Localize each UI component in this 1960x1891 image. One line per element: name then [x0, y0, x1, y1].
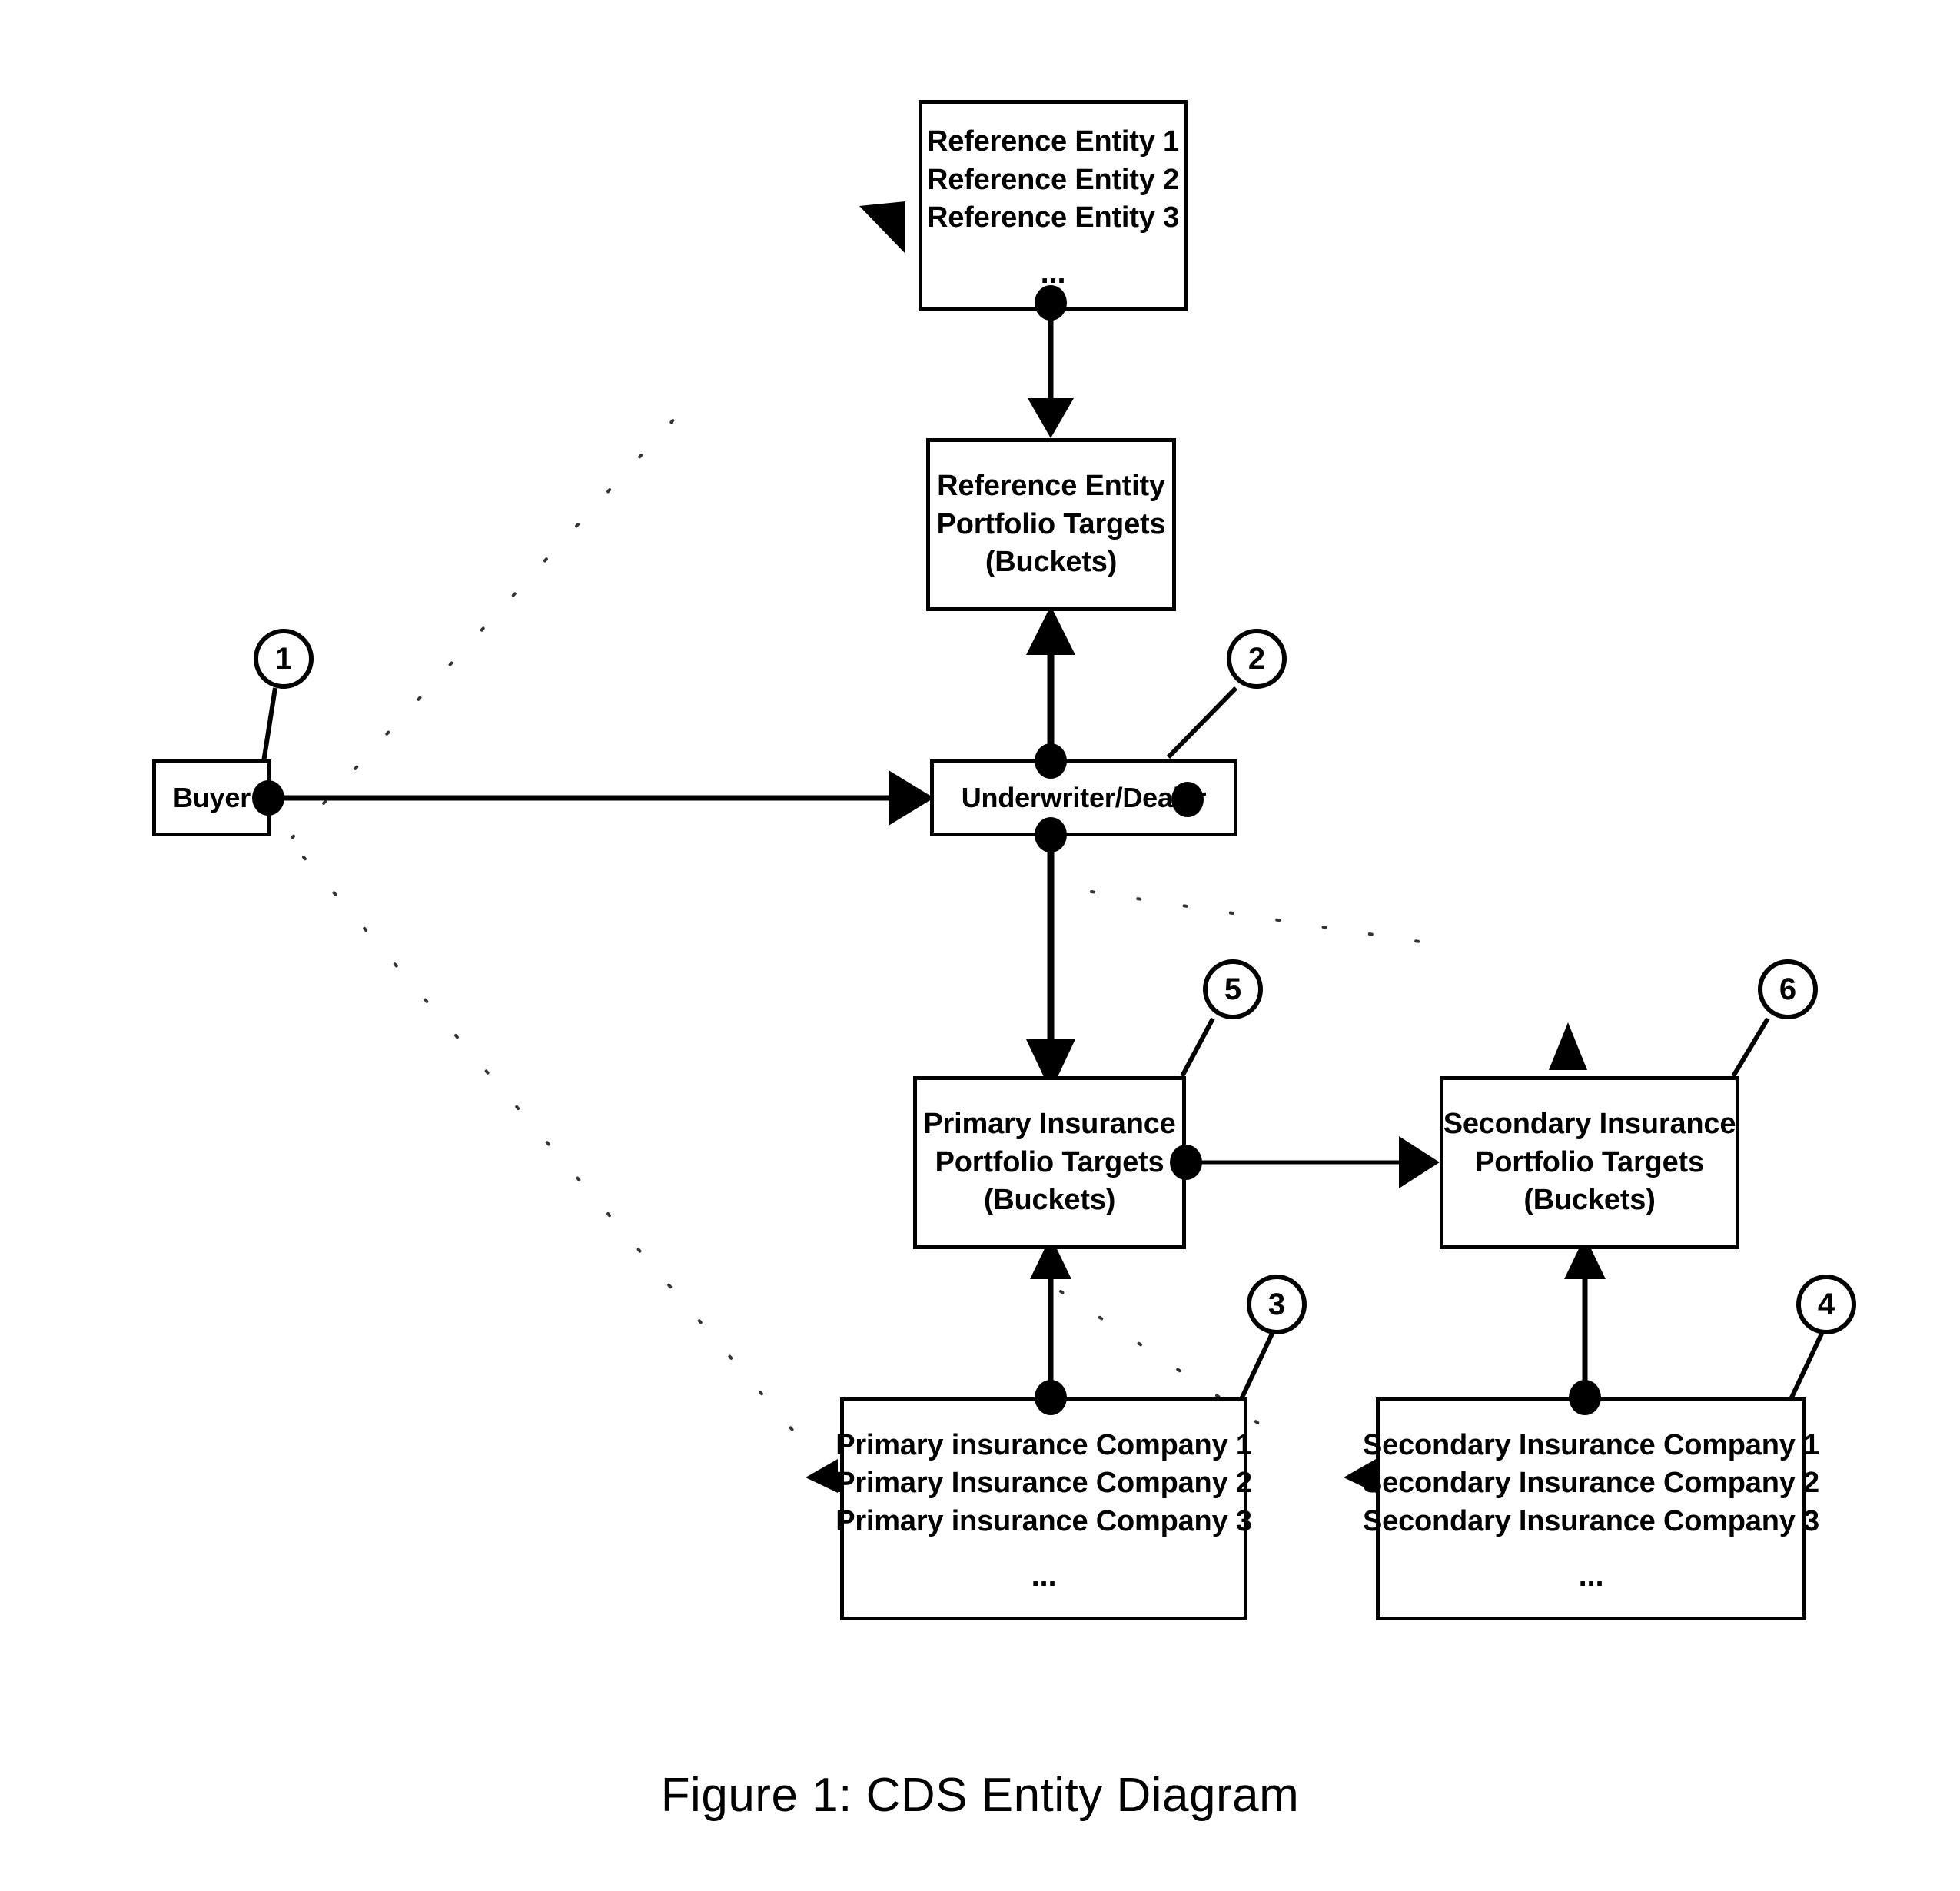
connector-buyer-to-underwriter — [273, 770, 934, 826]
reference-entities-list[interactable]: Reference Entity 1 Reference Entity 2 Re… — [919, 100, 1188, 311]
secondary-portfolio-line-2: Portfolio Targets — [1475, 1145, 1704, 1178]
port-dot-primary-companies-top[interactable] — [1035, 1380, 1067, 1415]
reference-entity-line-3: Reference Entity 3 — [927, 201, 1179, 234]
primary-insurance-companies-list[interactable]: Primary insurance Company 1 Primary Insu… — [835, 1397, 1252, 1620]
callout-6[interactable]: 6 — [1758, 959, 1818, 1019]
connector-secondary-companies-to-secondary-portfolio — [1564, 1236, 1606, 1395]
primary-company-line-2: Primary Insurance Company 2 — [835, 1467, 1252, 1500]
primary-company-ellipsis: ... — [1031, 1559, 1057, 1594]
secondary-company-ellipsis: ... — [1578, 1559, 1604, 1594]
reference-entity-line-2: Reference Entity 2 — [927, 163, 1179, 196]
reference-entity-portfolio-targets[interactable]: Reference Entity Portfolio Targets (Buck… — [926, 438, 1176, 611]
primary-company-line-3: Primary insurance Company 3 — [835, 1504, 1252, 1537]
figure-page: Reference Entity 1 Reference Entity 2 Re… — [0, 0, 1960, 1891]
arrowhead-reference-entities-left — [859, 201, 905, 254]
arrowhead-primary-companies-left — [806, 1459, 838, 1493]
port-dot-buyer-right[interactable] — [252, 780, 284, 816]
callout-5[interactable]: 5 — [1203, 959, 1263, 1019]
primary-portfolio-line-3: (Buckets) — [983, 1184, 1116, 1217]
underwriter-dealer-label: Underwriter/Dealer — [961, 781, 1207, 813]
primary-portfolio-line-1: Primary Insurance — [923, 1108, 1176, 1141]
leader-line-callout-3 — [1239, 1332, 1274, 1401]
buyer-label: Buyer — [172, 781, 251, 813]
reference-portfolio-line-1: Reference Entity — [937, 470, 1165, 503]
secondary-company-line-1: Secondary Insurance Company 1 — [1363, 1428, 1819, 1461]
port-dot-underwriter-bottom[interactable] — [1035, 817, 1067, 852]
callout-3[interactable]: 3 — [1247, 1275, 1307, 1334]
leader-line-callout-4 — [1789, 1332, 1824, 1401]
port-dot-underwriter-top[interactable] — [1035, 743, 1067, 779]
reference-entity-ellipsis: ... — [1040, 255, 1066, 290]
secondary-portfolio-line-1: Secondary Insurance — [1443, 1108, 1736, 1141]
callout-1[interactable]: 1 — [254, 629, 314, 689]
connector-underwriter-to-reference-portfolio — [1026, 606, 1075, 757]
arrowhead-secondary-portfolio-top — [1549, 1022, 1587, 1070]
leader-line-callout-5 — [1180, 1017, 1215, 1078]
connector-reference-entities-to-portfolio — [1028, 306, 1074, 438]
secondary-insurance-companies-list[interactable]: Secondary Insurance Company 1 Secondary … — [1363, 1397, 1819, 1620]
callout-2[interactable]: 2 — [1227, 629, 1287, 689]
callout-4[interactable]: 4 — [1796, 1275, 1856, 1334]
port-dot-underwriter-right[interactable] — [1171, 782, 1204, 817]
secondary-portfolio-line-3: (Buckets) — [1523, 1184, 1656, 1217]
reference-portfolio-line-3: (Buckets) — [985, 546, 1118, 579]
connector-underwriter-to-primary-portfolio — [1026, 834, 1075, 1092]
leader-line-callout-6 — [1731, 1017, 1770, 1078]
reference-portfolio-line-2: Portfolio Targets — [936, 507, 1166, 540]
primary-insurance-portfolio-targets[interactable]: Primary Insurance Portfolio Targets (Buc… — [913, 1076, 1186, 1249]
reference-entity-line-1: Reference Entity 1 — [927, 125, 1179, 158]
figure-caption: Figure 1: CDS Entity Diagram — [660, 1769, 1300, 1822]
port-dot-secondary-companies-top[interactable] — [1569, 1380, 1601, 1415]
port-dot-primary-portfolio-right[interactable] — [1170, 1145, 1202, 1180]
secondary-insurance-portfolio-targets[interactable]: Secondary Insurance Portfolio Targets (B… — [1440, 1076, 1739, 1249]
connector-primary-to-secondary-portfolio — [1188, 1136, 1440, 1188]
secondary-company-line-3: Secondary Insurance Company 3 — [1363, 1504, 1819, 1537]
secondary-company-line-2: Secondary Insurance Company 2 — [1363, 1467, 1819, 1500]
primary-portfolio-line-2: Portfolio Targets — [935, 1145, 1164, 1178]
primary-company-line-1: Primary insurance Company 1 — [835, 1428, 1252, 1461]
port-dot-reference-entities-bottom[interactable] — [1035, 285, 1067, 321]
leader-line-callout-2 — [1166, 686, 1238, 759]
connector-primary-companies-to-primary-portfolio — [1030, 1236, 1071, 1395]
